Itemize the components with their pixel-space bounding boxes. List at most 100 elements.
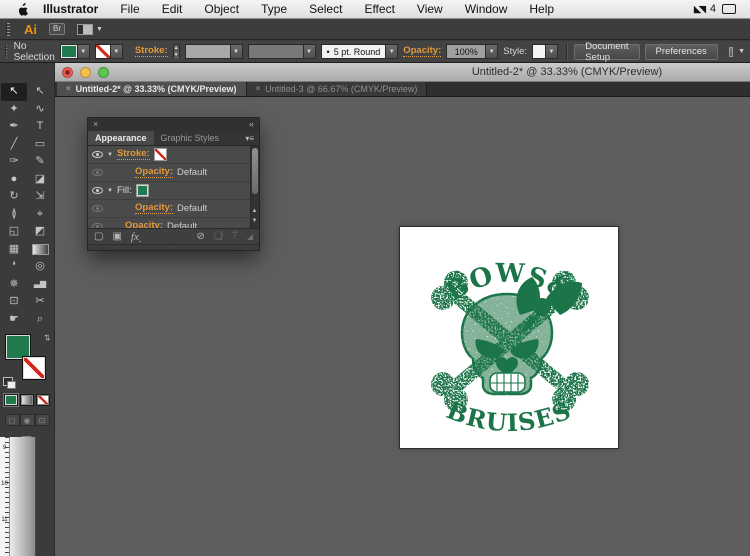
none-button[interactable] bbox=[36, 394, 50, 406]
brush-definition-dropdown[interactable]: • 5 pt. Round ▼ bbox=[320, 44, 399, 59]
menubar-item[interactable]: Window bbox=[454, 0, 519, 18]
add-new-fill-icon[interactable]: ▣ bbox=[112, 231, 121, 242]
fill-color-dropdown[interactable]: ▼ bbox=[59, 44, 90, 59]
chevron-down-icon[interactable]: ▼ bbox=[486, 44, 499, 59]
close-icon[interactable]: × bbox=[66, 85, 71, 93]
scroll-up-icon[interactable]: ▲ bbox=[251, 208, 258, 214]
variable-width-profile-dropdown[interactable]: ▼ bbox=[247, 44, 316, 59]
close-icon[interactable]: × bbox=[93, 120, 98, 129]
chevron-down-icon[interactable]: ▼ bbox=[110, 44, 123, 59]
column-graph-tool[interactable]: ▃▆ bbox=[27, 276, 53, 294]
disclosure-icon[interactable]: ▼ bbox=[107, 152, 113, 158]
scale-tool[interactable]: ⇲ bbox=[27, 188, 53, 206]
stroke-row-label[interactable]: Stroke: bbox=[116, 148, 150, 161]
eraser-tool[interactable]: ◪ bbox=[27, 171, 53, 189]
panel-drag-dots[interactable]: ····· bbox=[88, 244, 259, 250]
graphic-style-swatch[interactable] bbox=[532, 44, 547, 59]
width-tool[interactable]: ≬ bbox=[1, 206, 27, 224]
menubar-item[interactable]: Help bbox=[518, 0, 565, 18]
arrange-documents-button[interactable]: ▼ bbox=[77, 23, 103, 35]
panel-resize-grip[interactable]: ◢ bbox=[247, 232, 253, 241]
menubar-item[interactable]: Effect bbox=[353, 0, 405, 18]
pencil-tool[interactable]: ✎ bbox=[27, 153, 53, 171]
visibility-eye-icon[interactable] bbox=[92, 151, 103, 158]
appearance-row-stroke[interactable]: ▼ Stroke: bbox=[88, 146, 250, 163]
free-transform-tool[interactable]: ⌖ bbox=[27, 206, 53, 224]
clear-appearance-icon[interactable]: ⊘ bbox=[196, 231, 204, 242]
tab-appearance[interactable]: Appearance bbox=[88, 131, 154, 145]
chevron-down-icon[interactable]: ▼ bbox=[386, 44, 399, 59]
appearance-row-opacity[interactable]: Opacity: Default bbox=[88, 164, 250, 181]
selection-tool[interactable]: ↖ bbox=[1, 83, 27, 101]
menubar-item[interactable]: View bbox=[406, 0, 454, 18]
controlbar-grip[interactable] bbox=[5, 45, 7, 58]
menubar-item[interactable]: Object bbox=[193, 0, 250, 18]
stepper-down-icon[interactable]: ▼ bbox=[173, 52, 179, 59]
tab-graphic-styles[interactable]: Graphic Styles bbox=[154, 131, 227, 145]
menubar-item[interactable]: Illustrator bbox=[43, 0, 109, 18]
line-segment-tool[interactable]: ╱ bbox=[1, 136, 27, 154]
displays-menu-icon[interactable] bbox=[722, 4, 736, 14]
lasso-tool[interactable]: ∿ bbox=[27, 101, 53, 119]
visibility-eye-icon[interactable] bbox=[92, 205, 103, 212]
minimize-window-button[interactable] bbox=[80, 67, 91, 78]
width-profile-value[interactable] bbox=[247, 44, 304, 59]
stroke-swatch[interactable] bbox=[22, 356, 46, 380]
appearance-row-opacity[interactable]: Opacity: Default bbox=[88, 200, 250, 217]
panel-menu-icon[interactable]: ▾≡ bbox=[245, 131, 259, 145]
add-new-stroke-icon[interactable]: ▢ bbox=[94, 231, 103, 242]
perspective-grid-tool[interactable]: ◩ bbox=[27, 223, 53, 241]
close-window-button[interactable] bbox=[62, 67, 73, 78]
mesh-tool[interactable]: ▦ bbox=[1, 241, 27, 259]
rectangle-tool[interactable]: ▭ bbox=[27, 136, 53, 154]
graphic-style-dropdown[interactable]: ▼ bbox=[532, 44, 559, 59]
panel-scrollbar[interactable]: ▲ ▼ bbox=[250, 146, 259, 228]
fill-color-swatch[interactable] bbox=[59, 44, 78, 59]
chevron-down-icon[interactable]: ▼ bbox=[546, 44, 559, 59]
artboard-tool[interactable]: ⊡ bbox=[1, 293, 27, 311]
brush-definition-value[interactable]: • 5 pt. Round bbox=[320, 44, 387, 59]
close-icon[interactable]: × bbox=[256, 85, 261, 93]
menubar-item[interactable]: Edit bbox=[151, 0, 194, 18]
vertical-scrollbar[interactable] bbox=[10, 437, 36, 556]
appbar-grip[interactable] bbox=[6, 22, 10, 36]
pen-tool[interactable]: ✒ bbox=[1, 118, 27, 136]
gradient-button[interactable] bbox=[20, 394, 34, 406]
direct-selection-tool[interactable]: ↖ bbox=[27, 83, 53, 101]
visibility-eye-icon[interactable] bbox=[92, 187, 103, 194]
chevron-down-icon[interactable]: ▼ bbox=[230, 44, 243, 59]
collapse-panel-icon[interactable]: « bbox=[249, 120, 254, 129]
delete-item-icon[interactable]: ⍑ bbox=[232, 231, 238, 242]
fill-color-swatch[interactable] bbox=[135, 184, 149, 197]
chevron-down-icon[interactable]: ▼ bbox=[77, 44, 90, 59]
adobe-app-icon[interactable]: ◣◥ bbox=[694, 4, 706, 15]
zoom-tool[interactable]: ⌕ bbox=[27, 311, 53, 329]
appearance-row-opacity[interactable]: Opacity: Default bbox=[88, 218, 250, 228]
align-options-icon[interactable] bbox=[728, 46, 734, 57]
eyedropper-tool[interactable]: ❛ bbox=[1, 258, 27, 276]
stroke-panel-link[interactable]: Stroke: bbox=[134, 45, 168, 58]
window-title-bar[interactable]: Untitled-2* @ 33.33% (CMYK/Preview) bbox=[55, 63, 750, 82]
opacity-row-label[interactable]: Opacity: bbox=[135, 202, 174, 215]
scroll-down-icon[interactable]: ▼ bbox=[251, 218, 258, 224]
preferences-button[interactable]: Preferences bbox=[644, 43, 718, 60]
type-tool[interactable]: T bbox=[27, 118, 53, 136]
menubar-item[interactable]: Select bbox=[298, 0, 353, 18]
blend-tool[interactable]: ◎ bbox=[27, 258, 53, 276]
apple-menu-icon[interactable] bbox=[18, 2, 29, 16]
color-button[interactable] bbox=[4, 394, 18, 406]
fill-row-label[interactable]: Fill: bbox=[117, 185, 132, 196]
opacity-dropdown[interactable]: 100% ▼ bbox=[446, 44, 499, 59]
visibility-eye-icon[interactable] bbox=[92, 169, 103, 176]
add-new-effect-icon[interactable]: fx˯ bbox=[131, 231, 143, 243]
stroke-none-swatch[interactable] bbox=[94, 44, 111, 59]
menubar-item[interactable]: File bbox=[109, 0, 150, 18]
hand-tool[interactable]: ☛ bbox=[1, 311, 27, 329]
appearance-row-fill[interactable]: ▼ Fill: bbox=[88, 182, 250, 199]
draw-inside-mode-icon[interactable]: ⊡ bbox=[34, 414, 50, 426]
chevron-down-icon[interactable]: ▼ bbox=[738, 48, 745, 55]
symbol-sprayer-tool[interactable]: ✵ bbox=[1, 276, 27, 294]
visibility-eye-icon[interactable] bbox=[92, 223, 103, 228]
menubar-item[interactable]: Type bbox=[250, 0, 298, 18]
default-fill-stroke-icon[interactable] bbox=[3, 377, 16, 389]
